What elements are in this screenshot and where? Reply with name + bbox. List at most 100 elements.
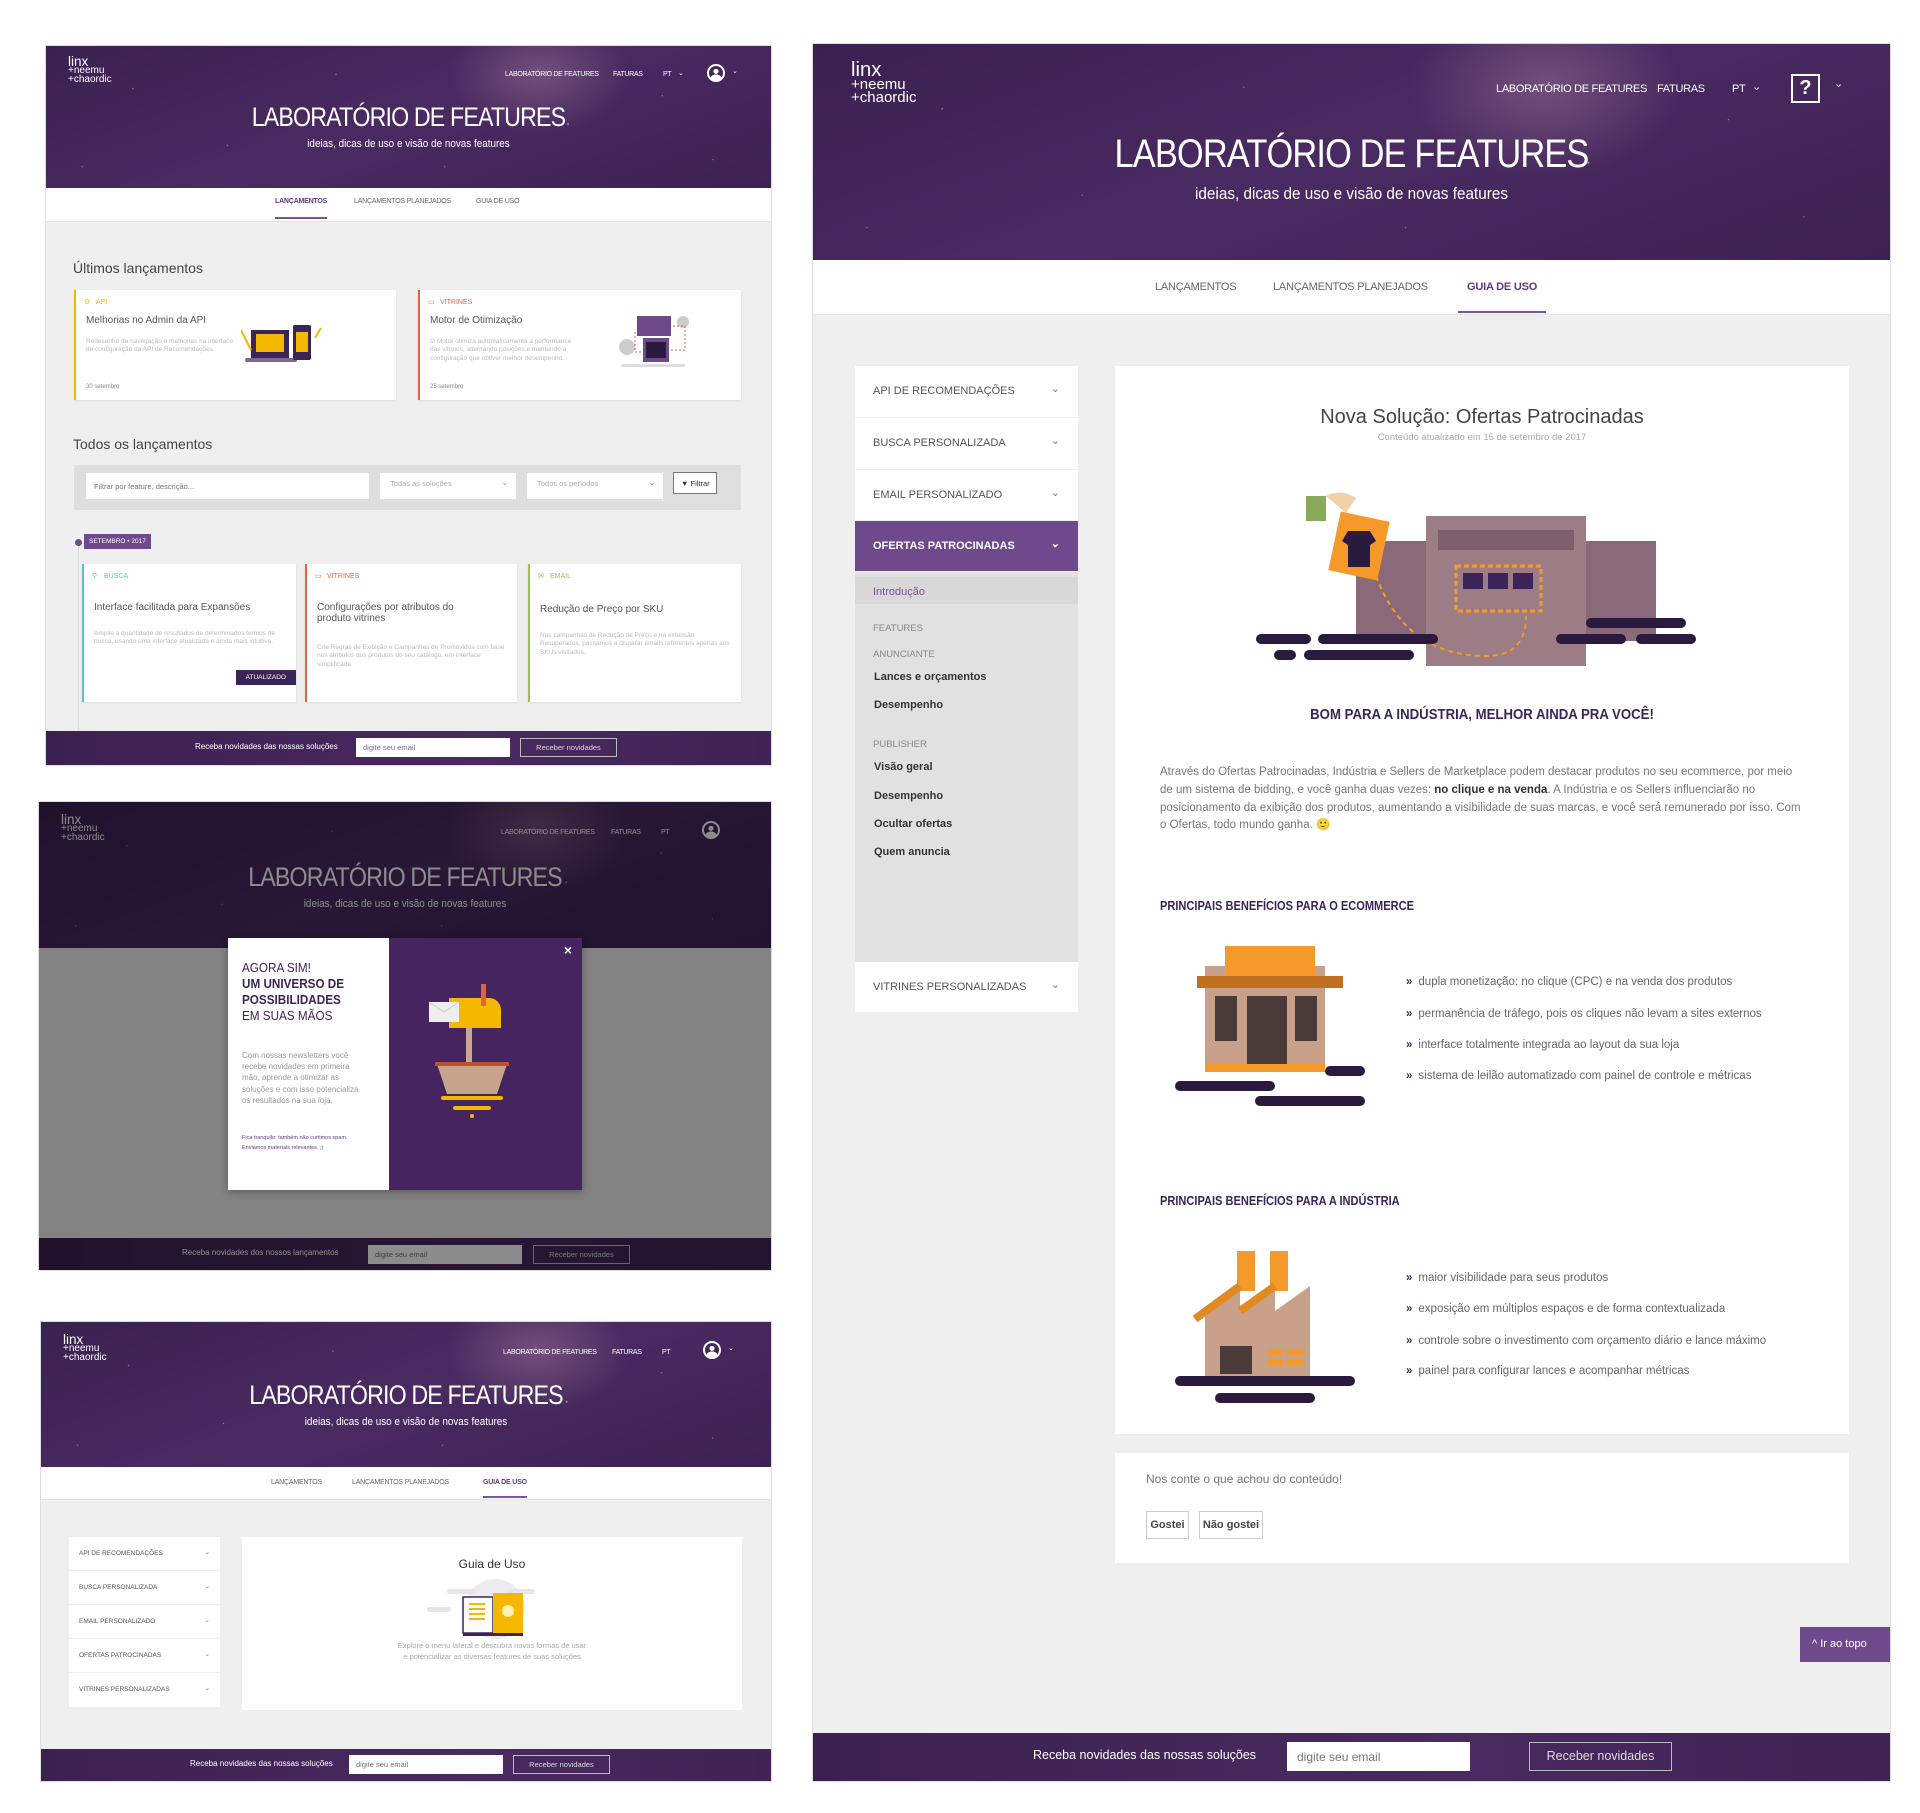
chevron-down-icon: ⌄ [204,1651,210,1658]
launch-card[interactable]: ⚲ BUSCA Interface facilitada para Expans… [82,564,296,702]
card-description: Crie Regras de Exibição e Campanhas de P… [317,644,505,668]
sidebar-item-sponsored[interactable]: OFERTAS PATROCINADAS ⌄ [69,1639,220,1673]
guide-title: Guia de Uso [458,1557,526,1571]
updated-badge: ATUALIZADO [235,670,296,685]
language-select[interactable]: PT [663,71,672,78]
article-tagline: BOM PARA A INDÚSTRIA, MELHOR AINDA PRA V… [1310,706,1654,723]
logo[interactable]: linx +neemu +chaordic [68,54,112,84]
latest-card[interactable]: ▭ VITRINES Motor de Otimização O Motor o… [418,290,741,400]
benefit-item: » painel para configurar lances e acompan… [1406,1365,1690,1377]
like-button[interactable]: Gostei [1146,1511,1189,1539]
back-to-top-button[interactable]: ^ Ir ao topo [1800,1627,1890,1662]
sidebar-item-email[interactable]: EMAIL PERSONALIZADO ⌄ [855,470,1078,521]
card-description: Redesenho da navegação e melhorias na in… [86,338,234,354]
sidebar-item-showcases[interactable]: VITRINES PERSONALIZADAS ⌄ [855,962,1078,1013]
dislike-button[interactable]: Não gostei [1199,1511,1263,1539]
latest-card[interactable]: ⚙ API Melhorias no Admin da API Redesenh… [74,290,396,400]
submenu-item[interactable]: Desempenho [874,699,943,711]
nav-faturas[interactable]: FATURAS [1657,83,1705,95]
logo[interactable]: linx +neemu +chaordic [851,60,916,105]
tab-planned[interactable]: LANÇAMENTOS PLANEJADOS [352,1479,449,1486]
modal-note: Fica tranquilo: também não curtimos spam… [242,1135,348,1151]
language-select[interactable]: PT [662,1349,671,1356]
user-avatar-icon[interactable] [707,64,725,82]
chevron-down-icon: ⌄ [1050,383,1060,395]
nav-lab[interactable]: LABORATÓRIO DE FEATURES [503,1349,597,1356]
page-title: LABORATÓRIO DE FEATURES [249,1380,563,1410]
subscribe-button[interactable]: Receber novidades [513,1755,610,1774]
feedback-question: Nos conte o que achou do conteúdo! [1146,1472,1343,1486]
close-icon[interactable]: × [564,942,572,958]
launch-card[interactable]: ▭ VITRINES Configurações por atributos d… [305,564,517,702]
industry-benefits-heading: PRINCIPAIS BENEFÍCIOS PARA A INDÚSTRIA [1160,1193,1400,1208]
sidebar-item-search[interactable]: BUSCA PERSONALIZADA ⌄ [855,418,1078,470]
submenu-item[interactable]: Visão geral [874,761,933,773]
guide-sidebar: API DE RECOMENDAÇÕES ⌄ BUSCA PERSONALIZAD… [855,366,1078,1013]
solutions-select[interactable]: Todas as soluções ⌄ [380,473,516,499]
user-avatar-icon[interactable] [703,1341,721,1359]
chevron-down-icon[interactable]: ⌄ [1834,77,1843,90]
subscribe-button[interactable]: Receber novidades [520,738,617,757]
launch-card[interactable]: ✉ EMAIL Redução de Preço por SKU Nas cam… [528,564,741,702]
newsletter-email-input[interactable] [1287,1742,1470,1771]
chevron-down-icon: ⌄ [1752,81,1762,93]
card-category: VITRINES [440,299,473,306]
submenu-group-advertiser: ANUNCIANTE [873,649,935,660]
logo[interactable]: linx +neemu +chaordic [63,1332,107,1362]
benefit-item: » exposição em múltiplos espaços e de for… [1406,1303,1726,1315]
monitor-icon: ▭ [428,299,435,306]
tab-guide[interactable]: GUIA DE USO [483,1479,527,1498]
language-select[interactable]: PT [1732,83,1746,95]
card-title: Configurações por atributos do produto v… [317,602,454,624]
filter-button[interactable]: ▼ Filtrar [673,472,717,494]
tab-planned[interactable]: LANÇAMENTOS PLANEJADOS [354,198,451,205]
tab-guide[interactable]: GUIA DE USO [476,198,520,205]
subscribe-button[interactable]: Receber novidades [1529,1742,1672,1771]
devices-illustration [241,325,322,362]
submenu-item[interactable]: Quem anuncia [874,846,950,858]
sidebar-item-sponsored[interactable]: OFERTAS PATROCINADAS ⌄ [855,521,1078,572]
chevron-down-icon: ⌄ [204,1583,210,1590]
sidebar-item-search[interactable]: BUSCA PERSONALIZADA ⌄ [69,1571,220,1605]
tab-launches[interactable]: LANÇAMENTOS [271,1479,322,1486]
submenu-intro[interactable]: Introdução [855,577,1078,604]
tab-guide[interactable]: GUIA DE USO [1458,281,1547,313]
newsletter-text: Receba novidades das nossas soluções [1033,1748,1257,1762]
tab-launches[interactable]: LANÇAMENTOS [1155,281,1237,293]
submenu-item[interactable]: Ocultar ofertas [874,818,952,830]
newsletter-email-input[interactable] [356,738,510,757]
sidebar-item-email[interactable]: EMAIL PERSONALIZADO ⌄ [69,1605,220,1639]
screen-usage-guide: linx +neemu +chaordic LABORATÓRIO DE FEA… [41,1322,771,1781]
card-title: Motor de Otimização [430,315,523,326]
chevron-down-icon[interactable]: ⌄ [728,1344,734,1352]
tab-launches[interactable]: LANÇAMENTOS [275,198,327,219]
nav-faturas[interactable]: FATURAS [612,1349,642,1356]
submenu-item[interactable]: Desempenho [874,790,943,802]
card-description: O Motor otimiza automaticamente a perfor… [430,338,572,362]
sidebar-item-api[interactable]: API DE RECOMENDAÇÕES ⌄ [69,1537,220,1571]
chevron-down-icon: ⌄ [1050,979,1060,991]
chevron-down-icon: ⌄ [648,478,655,487]
periods-select[interactable]: Todos os períodos ⌄ [527,473,663,499]
help-icon[interactable]: ? [1791,74,1820,103]
modal-headline: AGORA SIM! UM UNIVERSO DE POSSIBILIDADES… [242,960,345,1023]
nav-lab[interactable]: LABORATÓRIO DE FEATURES [1496,83,1647,95]
chevron-down-icon[interactable]: ⌄ [732,67,738,75]
nav-lab[interactable]: LABORATÓRIO DE FEATURES [505,71,599,78]
sidebar-item-api[interactable]: API DE RECOMENDAÇÕES ⌄ [855,366,1078,418]
submenu-item[interactable]: Lances e orçamentos [874,671,987,683]
newsletter-email-input[interactable] [349,1755,503,1774]
tab-bar: LANÇAMENTOS LANÇAMENTOS PLANEJADOS GUIA … [46,188,771,222]
latest-heading: Últimos lançamentos [73,260,203,276]
card-description: Amplie a quantidade de resultados de det… [94,630,276,646]
ecommerce-benefits-heading: PRINCIPAIS BENEFÍCIOS PARA O ECOMMERCE [1160,898,1414,913]
nav-faturas[interactable]: FATURAS [613,71,643,78]
newsletter-footer: Receba novidades das nossas soluções Rec… [813,1733,1890,1781]
page-subtitle: ideias, dicas de uso e visão de novas fe… [1194,184,1509,203]
filter-input[interactable] [86,473,369,499]
monitor-icon: ▭ [315,573,322,580]
page-subtitle: ideias, dicas de uso e visão de novas fe… [304,1416,508,1428]
sidebar-item-showcases[interactable]: VITRINES PERSONALIZADAS ⌄ [69,1673,220,1708]
tab-planned[interactable]: LANÇAMENTOS PLANEJADOS [1273,281,1428,293]
chevron-up-icon: ^ [1812,1638,1821,1650]
